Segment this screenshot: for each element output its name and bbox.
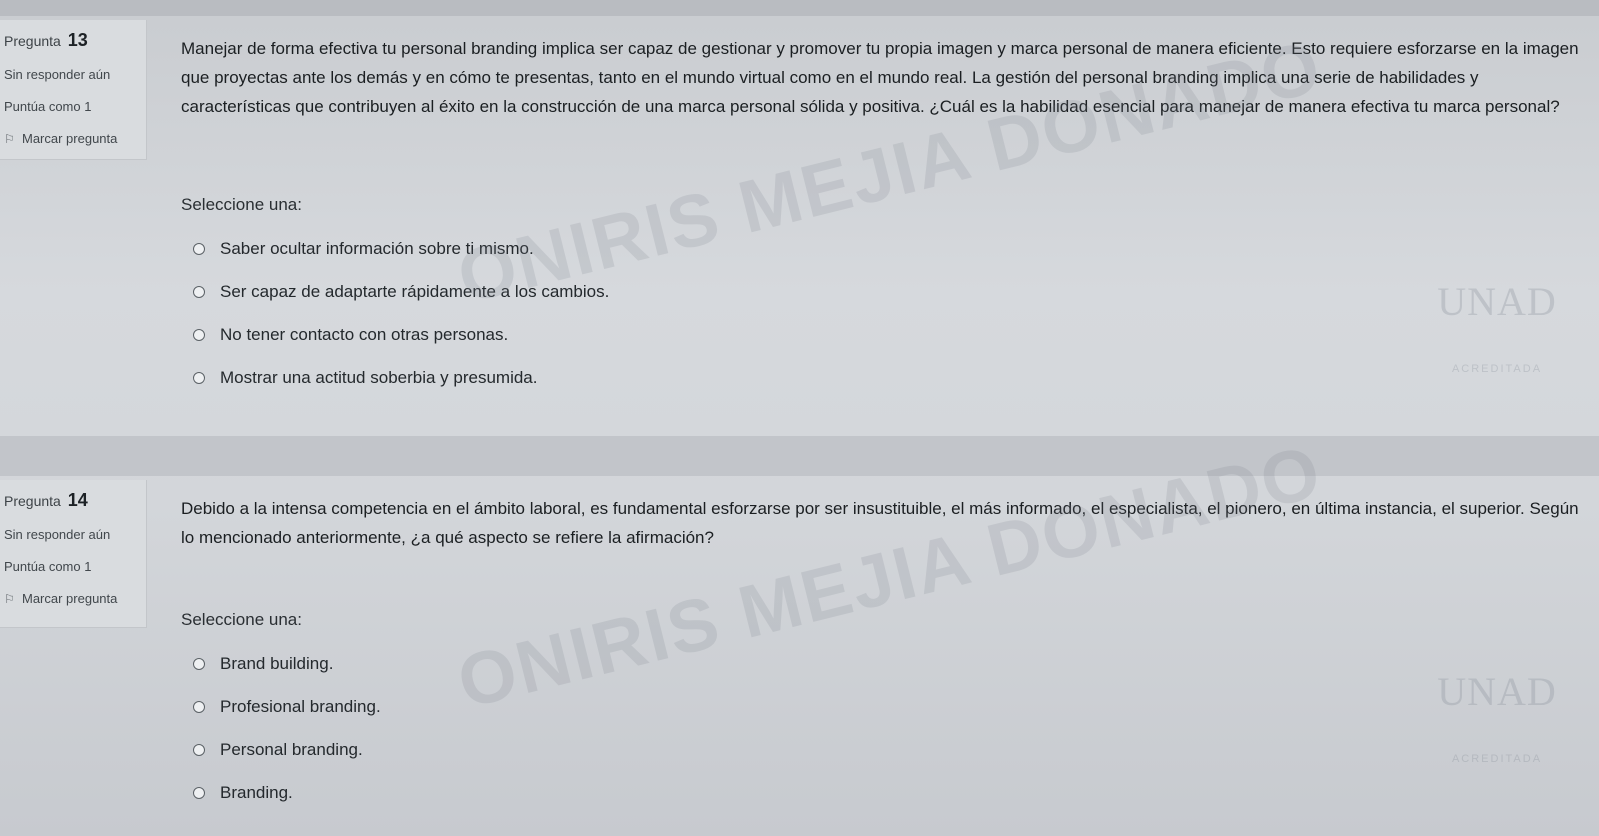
question-score: Puntúa como 1 <box>4 559 92 574</box>
radio-button[interactable] <box>193 743 205 756</box>
question-status: Sin responder aún <box>4 527 111 542</box>
answer-options: Saber ocultar información sobre ti mismo… <box>181 227 1581 399</box>
radio-button[interactable] <box>193 786 205 799</box>
answer-option-label[interactable]: Mostrar una actitud soberbia y presumida… <box>220 368 538 388</box>
radio-button[interactable] <box>193 285 205 298</box>
answer-option-label[interactable]: Brand building. <box>220 654 333 674</box>
question-status: Sin responder aún <box>4 67 111 82</box>
radio-button[interactable] <box>193 700 205 713</box>
flag-icon: ⚐ <box>4 592 15 606</box>
question-label: Pregunta <box>4 33 61 49</box>
answer-option-label[interactable]: No tener contacto con otras personas. <box>220 325 508 345</box>
answer-option[interactable]: Profesional branding. <box>181 685 1581 728</box>
question-info: Pregunta 14 Sin responder aún Puntúa com… <box>0 480 147 628</box>
flag-question-link[interactable]: ⚐ Marcar pregunta <box>4 131 146 146</box>
logo-subtitle: ACREDITADA <box>1451 753 1543 765</box>
radio-button[interactable] <box>193 371 205 384</box>
answer-option-label[interactable]: Branding. <box>220 783 293 803</box>
question-number-value: 14 <box>67 490 88 510</box>
logo-subtitle: ACREDITADA <box>1451 363 1543 375</box>
logo-mark: UNAD <box>1437 669 1557 714</box>
flag-question-label: Marcar pregunta <box>22 131 118 146</box>
answer-option[interactable]: Personal branding. <box>181 728 1581 771</box>
answer-option[interactable]: No tener contacto con otras personas. <box>181 313 1581 356</box>
answer-option[interactable]: Brand building. <box>181 642 1581 685</box>
unad-logo-watermark: UNAD ACREDITADA <box>1422 668 1572 765</box>
answer-option[interactable]: Mostrar una actitud soberbia y presumida… <box>181 356 1581 399</box>
flag-icon: ⚐ <box>4 132 15 146</box>
radio-button[interactable] <box>193 242 205 255</box>
question-14: Pregunta 14 Sin responder aún Puntúa com… <box>0 476 1599 836</box>
logo-mark: UNAD <box>1437 279 1557 324</box>
question-info: Pregunta 13 Sin responder aún Puntúa com… <box>0 20 147 160</box>
top-bar <box>0 0 1599 16</box>
flag-question-link[interactable]: ⚐ Marcar pregunta <box>4 591 146 606</box>
flag-question-label: Marcar pregunta <box>22 591 118 606</box>
question-number-value: 13 <box>67 30 88 50</box>
unad-logo-watermark: UNAD ACREDITADA <box>1422 278 1572 375</box>
answer-options: Brand building. Profesional branding. Pe… <box>181 642 1581 814</box>
question-separator <box>0 436 1599 476</box>
answer-option-label[interactable]: Personal branding. <box>220 740 363 760</box>
question-number: Pregunta 14 <box>4 490 146 511</box>
answer-option-label[interactable]: Profesional branding. <box>220 697 381 717</box>
radio-button[interactable] <box>193 328 205 341</box>
question-label: Pregunta <box>4 493 61 509</box>
question-text: Manejar de forma efectiva tu personal br… <box>181 39 1579 116</box>
question-score: Puntúa como 1 <box>4 99 92 114</box>
answer-option[interactable]: Branding. <box>181 771 1581 814</box>
answer-option[interactable]: Saber ocultar información sobre ti mismo… <box>181 227 1581 270</box>
question-number: Pregunta 13 <box>4 30 146 51</box>
radio-button[interactable] <box>193 657 205 670</box>
answer-option[interactable]: Ser capaz de adaptarte rápidamente a los… <box>181 270 1581 313</box>
